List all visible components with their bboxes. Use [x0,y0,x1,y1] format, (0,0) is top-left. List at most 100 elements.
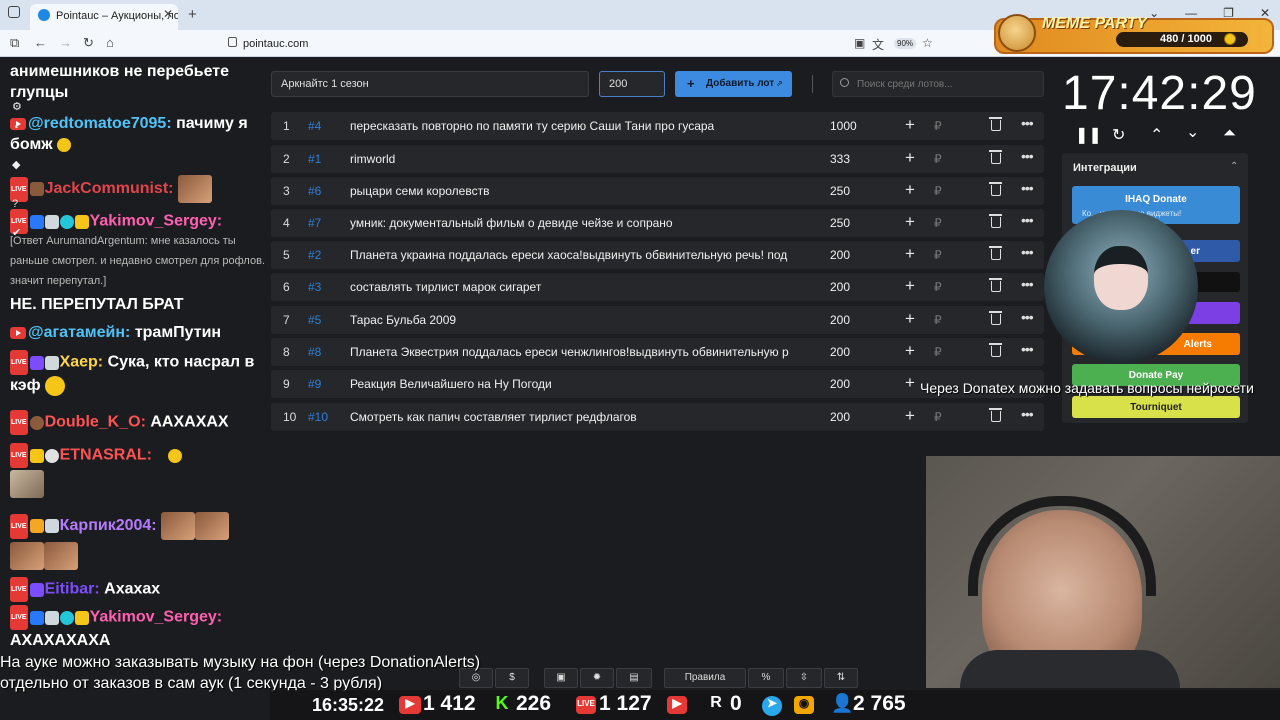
lot-name[interactable]: Смотреть как папич составляет тирлист ре… [350,410,802,424]
lot-amount[interactable]: 200 [830,345,880,359]
add-amount-icon[interactable]: + [905,244,915,264]
lot-id[interactable]: #8 [308,345,338,359]
check-icon[interactable]: ✔ [12,226,21,239]
forward-icon[interactable]: → [59,35,72,50]
lot-amount[interactable]: 200 [830,280,880,294]
collapse-up-icon[interactable]: ⏶ [1223,125,1236,143]
ruble-icon[interactable]: ₽ [934,313,942,327]
more-icon[interactable]: ••• [1021,180,1034,196]
ruble-icon[interactable]: ₽ [934,119,942,133]
lot-id[interactable]: #4 [308,119,338,133]
translate-icon[interactable]: 文 [872,36,884,53]
lot-name-input[interactable]: Аркнайтс 1 сезон [271,71,589,97]
ruble-icon[interactable]: ₽ [934,410,942,424]
lot-name[interactable]: составлять тирлист марок сигарет [350,280,802,294]
add-amount-icon[interactable]: + [905,276,915,296]
shield-icon[interactable] [228,37,237,47]
timer-icon[interactable]: ◔ [12,122,19,134]
trash-icon[interactable] [989,182,1002,196]
layers-icon[interactable]: ◆ [12,158,20,171]
trash-icon[interactable] [989,246,1002,260]
trash-icon[interactable] [989,343,1002,357]
lot-name[interactable]: Планета Эквестрия поддалась ереси ченжли… [350,345,802,359]
more-icon[interactable]: ••• [1021,115,1034,131]
back-icon[interactable]: ← [34,35,47,50]
trash-icon[interactable] [989,311,1002,325]
delete-all-icon[interactable]: ▤ [616,668,652,688]
trash-icon[interactable] [989,214,1002,228]
sidebar-toggle-icon[interactable] [8,6,20,18]
lot-name[interactable]: Реакция Величайшего на Ну Погоди [350,377,802,391]
lot-amount[interactable]: 333 [830,152,880,166]
ruble-icon[interactable]: ₽ [934,248,942,262]
lot-amount[interactable]: 200 [830,410,880,424]
more-icon[interactable]: ••• [1021,212,1034,228]
lot-id[interactable]: #3 [308,280,338,294]
tab-close-icon[interactable]: ✕ [163,7,173,21]
lot-amount-input[interactable]: 200 [599,71,665,97]
gear-icon[interactable]: ⚙ [12,100,22,113]
lot-id[interactable]: #10 [308,410,338,424]
chevron-up-icon[interactable]: ⌃ [1230,161,1238,172]
ruble-icon[interactable]: ₽ [934,152,942,166]
percent-button[interactable]: % [748,668,784,688]
lot-id[interactable]: #2 [308,248,338,262]
lot-id[interactable]: #1 [308,152,338,166]
home-icon[interactable]: ⌂ [106,35,114,50]
lot-name[interactable]: rimworld [350,152,802,166]
restart-icon[interactable]: ↻ [1112,125,1125,145]
rules-button[interactable]: Правила [664,668,746,688]
lot-name[interactable]: Тарас Бульба 2009 [350,313,802,327]
url-field[interactable]: pointauc.com [243,38,308,50]
more-icon[interactable]: ••• [1021,148,1034,164]
ruble-icon[interactable]: ₽ [934,184,942,198]
more-icon[interactable]: ••• [1021,276,1034,292]
add-amount-icon[interactable]: + [905,115,915,135]
add-amount-icon[interactable]: + [905,373,915,393]
add-amount-icon[interactable]: + [905,180,915,200]
lot-name[interactable]: рыцари семи королевств [350,184,802,198]
add-amount-icon[interactable]: + [905,148,915,168]
ruble-icon[interactable]: ₽ [934,280,942,294]
save-icon[interactable]: ▣ [544,668,578,688]
add-amount-icon[interactable]: + [905,309,915,329]
lot-amount[interactable]: 250 [830,216,880,230]
trash-icon[interactable] [989,117,1002,131]
lot-amount[interactable]: 1000 [830,119,880,133]
more-icon[interactable]: ••• [1021,309,1034,325]
bug-icon[interactable]: ✹ [580,668,614,688]
add-amount-icon[interactable]: + [905,406,915,426]
add-amount-icon[interactable]: + [905,341,915,361]
panel-icon[interactable]: ⧉ [10,35,19,51]
lot-amount[interactable]: 200 [830,248,880,262]
dollar-icon[interactable]: $ [495,668,529,688]
tourniquet-button[interactable]: Tourniquet [1072,396,1240,418]
lot-amount[interactable]: 200 [830,313,880,327]
trash-icon[interactable] [989,408,1002,422]
trash-icon[interactable] [989,150,1002,164]
new-tab-icon[interactable]: + [188,6,197,23]
pause-icon[interactable]: ❚❚ [1075,125,1102,145]
more-icon[interactable]: ••• [1021,341,1034,357]
lot-id[interactable]: #9 [308,377,338,391]
reader-icon[interactable]: ▣ [854,36,865,50]
browser-tab[interactable]: Pointauc – Аукционы, лотереи [30,4,178,30]
bookmark-star-icon[interactable]: ☆ [922,36,933,50]
ruble-icon[interactable]: ₽ [934,345,942,359]
lot-id[interactable]: #5 [308,313,338,327]
more-icon[interactable]: ••• [1021,244,1034,260]
add-amount-icon[interactable]: + [905,212,915,232]
help-icon[interactable]: ? [12,198,18,210]
lot-name[interactable]: Планета украина поддалась ереси хаоса!вы… [350,248,802,262]
lot-id[interactable]: #6 [308,184,338,198]
zoom-level[interactable]: 90% [894,38,917,49]
ruble-icon[interactable]: ₽ [934,216,942,230]
trash-icon[interactable] [989,278,1002,292]
lot-name[interactable]: пересказать повторно по памяти ту серию … [350,119,802,133]
lot-id[interactable]: #7 [308,216,338,230]
lot-amount[interactable]: 200 [830,377,880,391]
chevron-down-icon[interactable]: ⌄ [1186,122,1199,142]
lot-search-input[interactable]: Поиск среди лотов... [832,71,1044,97]
split-icon[interactable]: ⇳ [786,668,822,688]
sort-icon[interactable]: ⇅ [824,668,858,688]
